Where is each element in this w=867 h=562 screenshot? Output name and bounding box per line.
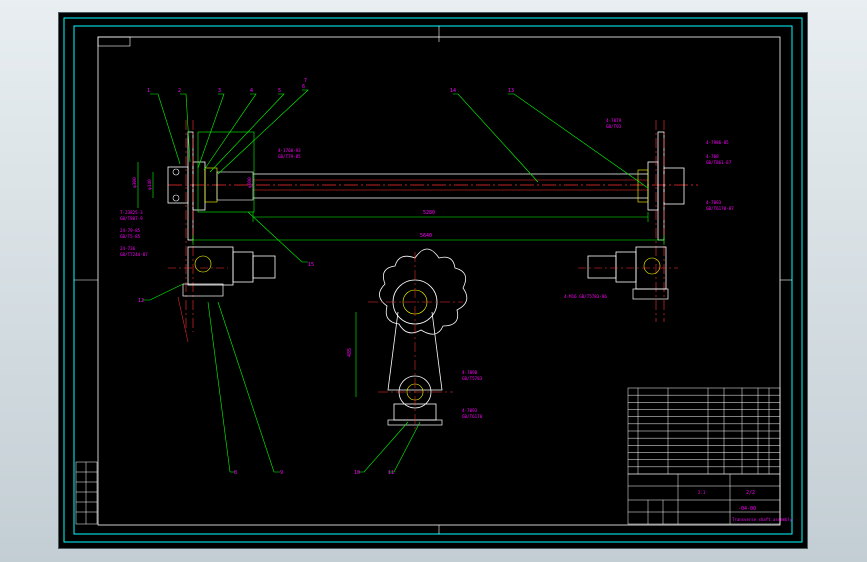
drawing-name: Transverse shaft assembly (732, 517, 793, 522)
balloon-1: 1 (147, 88, 150, 94)
balloon-2: 2 (178, 88, 181, 94)
callout-top-right-b: GB/T93 (606, 124, 622, 129)
balloon-11: 11 (388, 470, 394, 476)
scale-note: 2:1 (698, 490, 706, 495)
callout-left-upper: 4-1760-93 (278, 148, 301, 153)
balloon-8: 8 (234, 470, 237, 476)
callout-notes: 4-1760-93 GB/T79-85 T-23825-3 GB/T887-9 … (120, 118, 734, 419)
callout-right-c: GB/T861-87 (706, 160, 732, 165)
callout-gear-b: GB/T5783 (462, 376, 483, 381)
callout-left-mid-b: GB/T887-9 (120, 216, 143, 221)
dim-overall-span: 5640 (420, 233, 432, 239)
balloon-5: 5 (278, 88, 281, 94)
callout-left-low-b: GB/T5-85 (120, 234, 141, 239)
right-bearing-assembly (637, 120, 685, 322)
balloon-6: 6 (302, 84, 305, 90)
dim-shaft-span: 5280 (423, 210, 435, 216)
balloon-7: 7 (304, 78, 307, 84)
revision-strip (75, 461, 98, 525)
cad-drawing: 5280 5640 485 φ600 φ300 φ140 1 2 3 4 5 6… (63, 17, 803, 543)
callout-right-d: 4-7093 (706, 200, 722, 205)
callout-left-upper-b: GB/T79-85 (278, 154, 301, 159)
balloon-4: 4 (250, 88, 253, 94)
drawing-number: -04-00 (738, 506, 756, 512)
right-drive-unit (578, 246, 678, 300)
callout-right-a: 4-7986-85 (706, 140, 729, 145)
parts-list (627, 387, 781, 475)
sheet-frame (73, 25, 793, 535)
callout-right-e: GB/T6170-87 (706, 206, 734, 211)
dim-bore-a: φ300 (132, 177, 138, 188)
callout-left-low-a: 24-79-85 (120, 228, 141, 233)
callout-gear-c: 4-7093 (462, 408, 478, 413)
callout-left-low-c: 24-736 (120, 246, 136, 251)
outer-frame (63, 17, 803, 543)
balloon-12: 12 (138, 298, 144, 304)
callout-gear-d: GB/T6170 (462, 414, 483, 419)
corner-box (97, 36, 131, 47)
dim-bore-b: φ140 (147, 179, 153, 190)
left-bearing-assembly (167, 120, 255, 332)
balloon-3: 3 (218, 88, 221, 94)
left-drive-unit (168, 246, 276, 343)
balloon-14: 14 (450, 88, 456, 94)
sheet-label: 2/2 (746, 490, 755, 496)
leader-lines (142, 89, 649, 473)
callout-right-b: 4-708 (706, 154, 719, 159)
balloon-labels: 1 2 3 4 5 6 7 8 9 10 11 12 13 14 15 (138, 78, 514, 476)
balloon-13: 13 (508, 88, 514, 94)
callout-left-low-d: GB/T7244-87 (120, 252, 148, 257)
balloon-10: 10 (354, 470, 360, 476)
sprocket-view (368, 248, 468, 432)
dim-hub-dia: φ600 (247, 177, 253, 188)
drawing-border (97, 36, 781, 526)
callout-left-mid-a: T-23825-3 (120, 210, 143, 215)
callout-right-base: 4-M16 GB/T5783-86 (564, 294, 607, 299)
balloon-15: 15 (308, 262, 314, 268)
dim-gear-height: 485 (347, 348, 353, 357)
callout-gear-a: 4-7090 (462, 370, 478, 375)
callout-top-right-a: 4-7079 (606, 118, 622, 123)
balloon-9: 9 (280, 470, 283, 476)
cad-viewport[interactable]: 5280 5640 485 φ600 φ300 φ140 1 2 3 4 5 6… (58, 12, 808, 549)
